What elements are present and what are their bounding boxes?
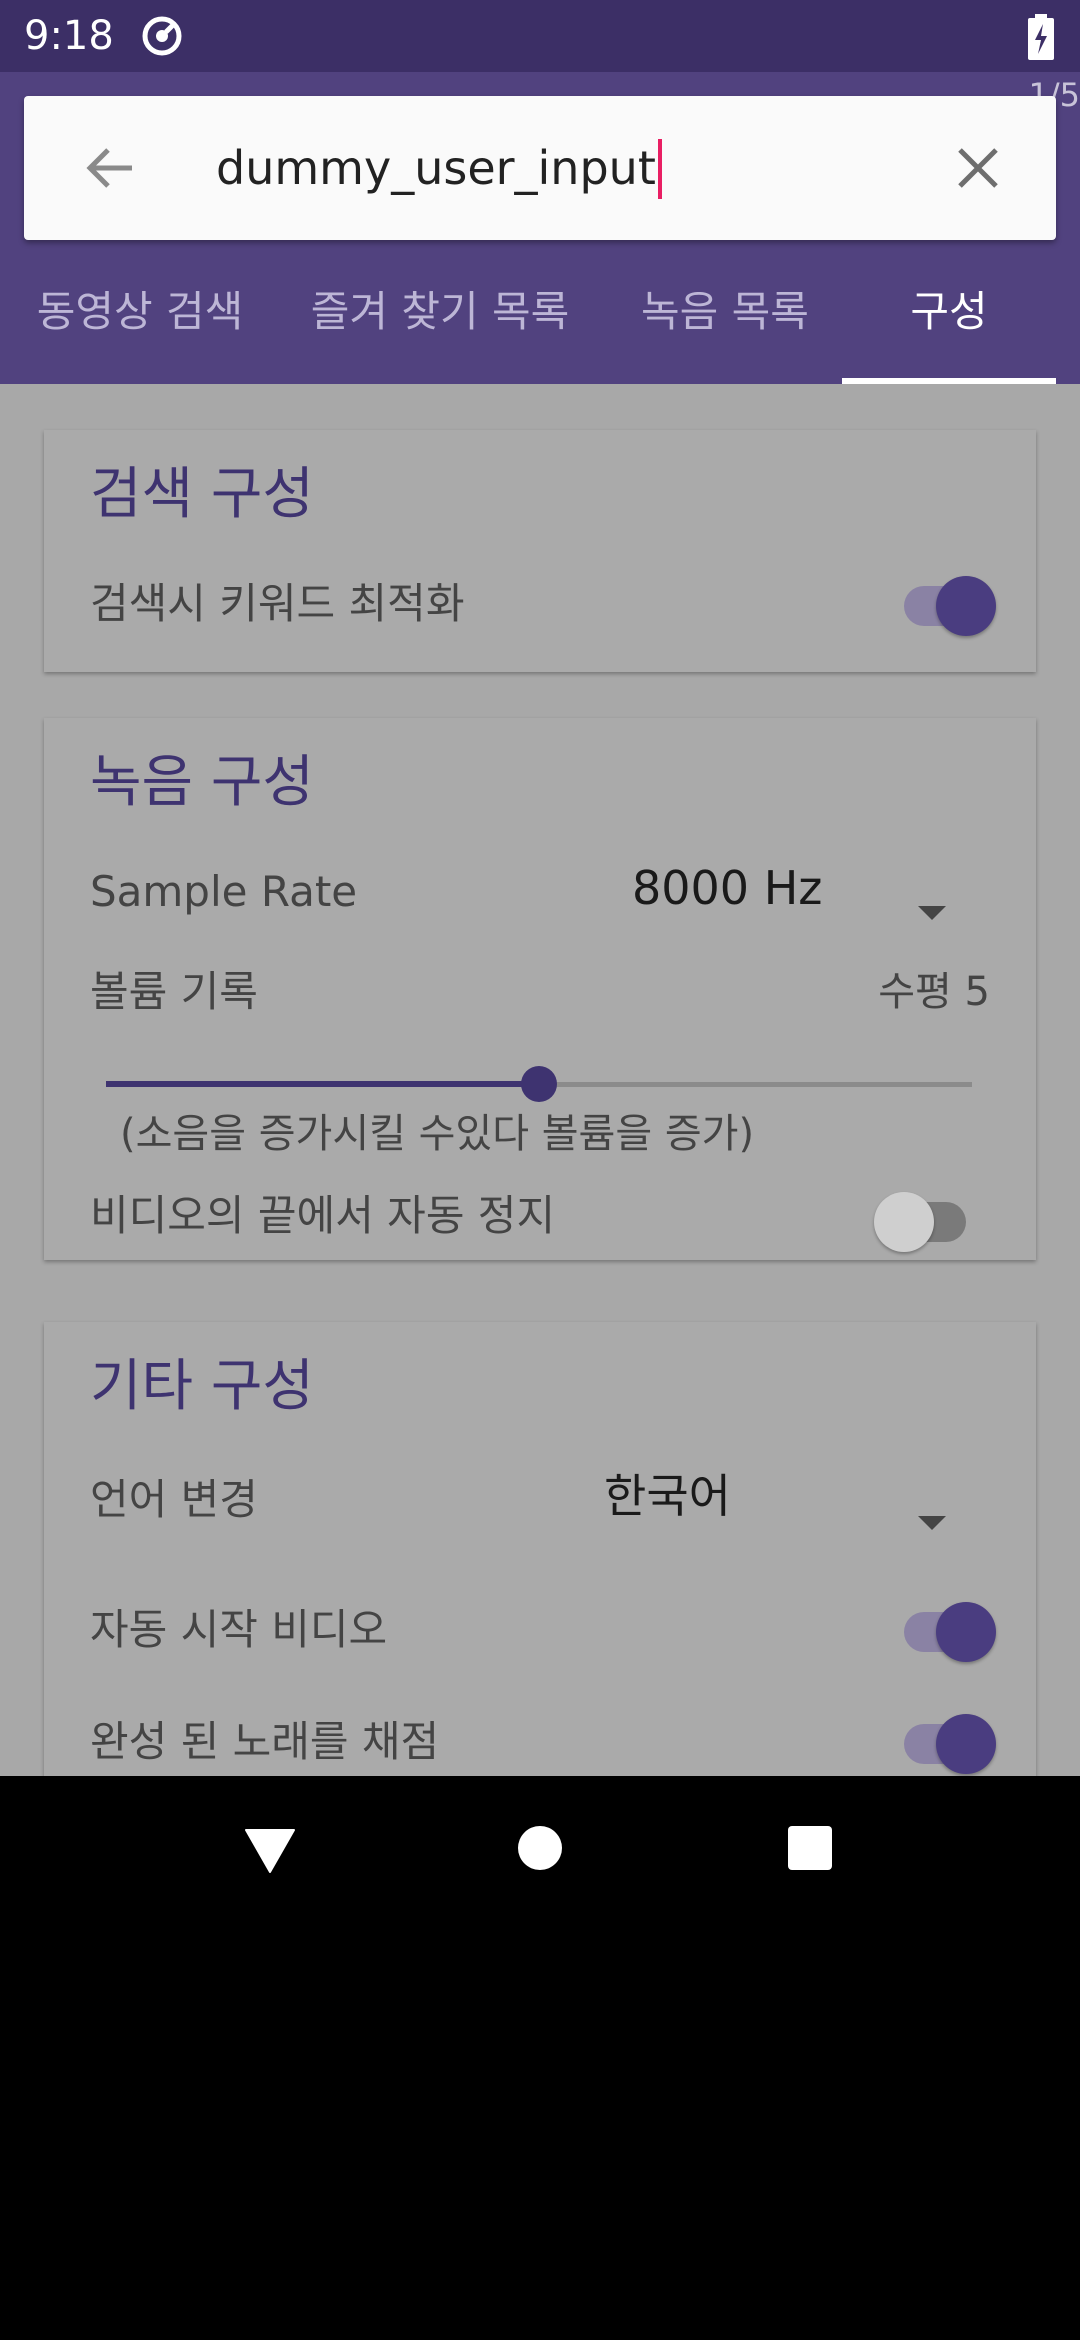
nav-home-circle-icon[interactable] [510, 1818, 570, 1878]
auto-stop-label: 비디오의 끝에서 자동 정지 [90, 1191, 556, 1240]
volume-label: 볼륨 기록 [90, 967, 258, 1016]
slider-fill [106, 1081, 539, 1087]
chevron-down-icon [918, 906, 946, 920]
nav-recents-square-icon[interactable] [780, 1818, 840, 1878]
battery-charging-icon [1028, 14, 1054, 60]
settings-content[interactable]: 검색 구성 검색시 키워드 최적화 녹음 구성 Sample Rate 8000… [0, 384, 1080, 1776]
tab-video-search[interactable]: 동영상 검색 [0, 256, 280, 384]
nav-back-triangle-icon[interactable] [240, 1818, 300, 1878]
search-input[interactable]: dummy_user_input [216, 126, 916, 210]
tab-settings[interactable]: 구성 [842, 256, 1056, 384]
sample-rate-label: Sample Rate [90, 867, 358, 916]
score-label: 완성 된 노래를 채점 [90, 1717, 440, 1766]
auto-stop-switch[interactable] [874, 1186, 974, 1252]
switch-thumb [936, 1602, 996, 1662]
arrow-back-icon[interactable] [74, 132, 146, 204]
autoplay-switch[interactable] [896, 1596, 996, 1662]
switch-thumb [936, 576, 996, 636]
sample-rate-value: 8000 Hz [632, 861, 823, 915]
keyword-optimization-switch[interactable] [896, 570, 996, 636]
tab-recordings[interactable]: 녹음 목록 [620, 256, 830, 384]
record-settings-card: 녹음 구성 Sample Rate 8000 Hz 볼륨 기록 수평 5 (소음… [44, 718, 1036, 1260]
vpn-key-icon [142, 16, 182, 56]
language-value: 한국어 [604, 1469, 731, 1523]
volume-level-text: 수평 5 [878, 969, 990, 1015]
text-cursor [657, 138, 662, 199]
switch-thumb [936, 1714, 996, 1774]
close-icon[interactable] [942, 132, 1014, 204]
search-bar: dummy_user_input [24, 96, 1056, 240]
volume-slider[interactable] [106, 1064, 972, 1104]
record-settings-title: 녹음 구성 [90, 750, 314, 815]
chevron-down-icon [918, 1516, 946, 1530]
switch-thumb [874, 1192, 934, 1252]
keyword-optimization-label: 검색시 키워드 최적화 [90, 579, 465, 628]
language-label: 언어 변경 [90, 1475, 258, 1524]
other-settings-card: 기타 구성 언어 변경 한국어 자동 시작 비디오 완성 된 노래를 채점 [44, 1322, 1036, 1776]
tab-bar: 동영상 검색 즐겨 찾기 목록 녹음 목록 구성 [0, 256, 1080, 384]
status-time: 9:18 [24, 13, 114, 59]
status-bar: 9:18 [0, 0, 1080, 72]
slider-thumb[interactable] [521, 1066, 557, 1102]
autoplay-label: 자동 시작 비디오 [90, 1605, 388, 1654]
search-input-value: dummy_user_input [216, 141, 656, 195]
search-settings-title: 검색 구성 [90, 462, 314, 527]
volume-hint: (소음을 증가시킬 수있다 볼륨을 증가) [120, 1111, 755, 1157]
search-settings-card: 검색 구성 검색시 키워드 최적화 [44, 430, 1036, 672]
other-settings-title: 기타 구성 [90, 1354, 314, 1419]
tab-favorites[interactable]: 즐겨 찾기 목록 [290, 256, 590, 384]
navigation-bar [0, 1776, 1080, 2340]
score-switch[interactable] [896, 1708, 996, 1774]
